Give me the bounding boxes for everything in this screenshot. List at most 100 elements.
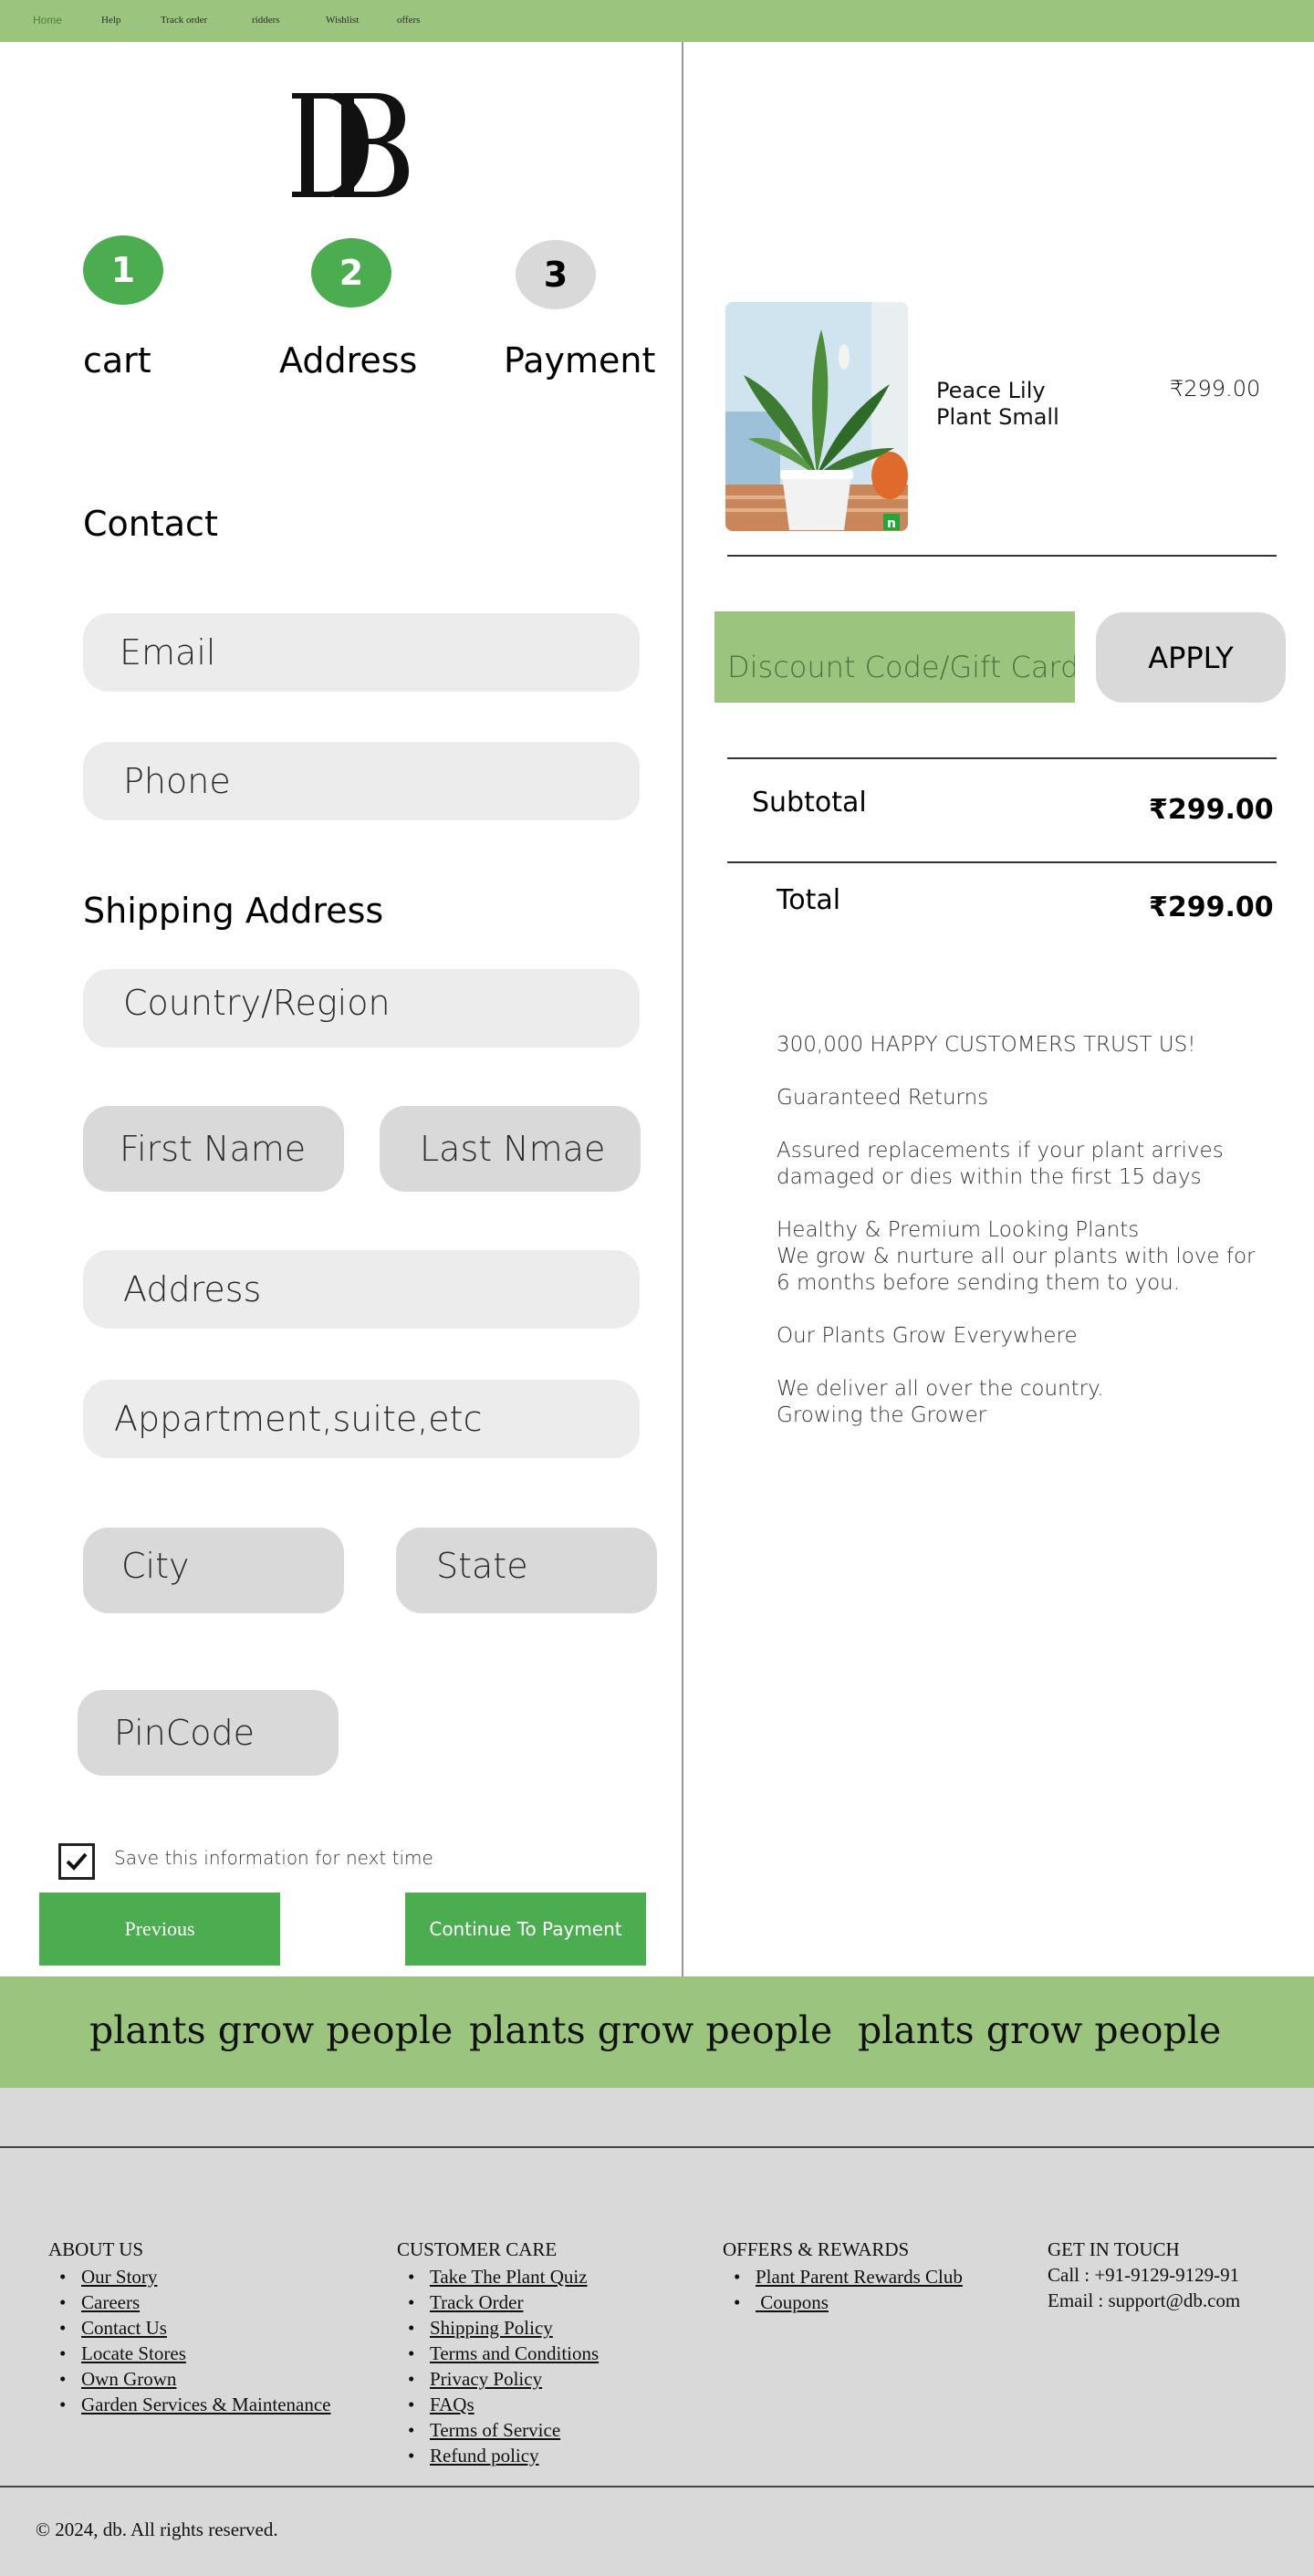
- phone-field[interactable]: [83, 742, 640, 820]
- footer-link-careers[interactable]: Careers: [81, 2291, 140, 2313]
- footer-about-list: Our Story Careers Contact Us Locate Stor…: [48, 2264, 330, 2417]
- footer-link-contact-us[interactable]: Contact Us: [81, 2317, 167, 2339]
- footer-care-item: Refund policy: [397, 2443, 599, 2468]
- nav-ridders-link[interactable]: ridders: [252, 15, 280, 26]
- footer-link-privacy-policy[interactable]: Privacy Policy: [430, 2368, 542, 2390]
- footer-link-locate-stores[interactable]: Locate Stores: [81, 2342, 186, 2364]
- city-field[interactable]: [83, 1528, 344, 1613]
- step-1-circle: 1: [83, 235, 163, 305]
- trust-healthy-text-2: 6 months before sending them to you.: [777, 1271, 1181, 1295]
- footer-about-title: ABOUT US: [48, 2238, 144, 2260]
- nav-home-link[interactable]: Home: [33, 14, 62, 26]
- step-2-circle: 2: [311, 238, 391, 308]
- footer-contact-email: Email : support@db.com: [1048, 2289, 1241, 2311]
- nav-wishlist-link[interactable]: Wishlist: [326, 15, 359, 26]
- save-info-label: Save this information for next time: [114, 1847, 433, 1869]
- state-field[interactable]: [396, 1528, 657, 1613]
- footer-bottom-rule: [0, 2486, 1314, 2487]
- step-3-circle: 3: [516, 240, 596, 309]
- discount-code-field[interactable]: [714, 611, 1075, 703]
- trust-returns-title: Guaranteed Returns: [777, 1086, 989, 1110]
- nav-offers-link[interactable]: offers: [397, 15, 420, 26]
- nav-help-link[interactable]: Help: [101, 15, 120, 26]
- address-field[interactable]: [83, 1250, 640, 1329]
- footer-link-plant-quiz[interactable]: Take The Plant Quiz: [430, 2266, 588, 2288]
- summary-divider-top: [727, 757, 1277, 759]
- product-divider: [727, 555, 1277, 557]
- summary-divider-bottom: [727, 861, 1277, 863]
- footer-link-refund-policy[interactable]: Refund policy: [430, 2445, 539, 2466]
- footer-top-rule: [0, 2146, 1314, 2148]
- last-name-field[interactable]: [380, 1106, 641, 1192]
- footer-offers-list: Plant Parent Rewards Club Coupons: [723, 2264, 963, 2315]
- copyright-text: © 2024, db. All rights reserved.: [36, 2519, 278, 2540]
- footer-care-item: Take The Plant Quiz: [397, 2264, 599, 2289]
- banner-tagline-3: plants grow people: [858, 2008, 1222, 2052]
- footer-link-own-grown[interactable]: Own Grown: [81, 2368, 176, 2390]
- apartment-field[interactable]: [83, 1380, 640, 1458]
- first-name-field[interactable]: [83, 1106, 344, 1192]
- continue-to-payment-button[interactable]: Continue To Payment: [405, 1893, 646, 1966]
- footer-link-rewards-club[interactable]: Plant Parent Rewards Club: [756, 2266, 963, 2288]
- footer-link-faqs[interactable]: FAQs: [430, 2393, 474, 2415]
- footer-care-item: Shipping Policy: [397, 2315, 599, 2341]
- footer-link-terms-conditions[interactable]: Terms and Conditions: [430, 2342, 599, 2364]
- footer-about-item: Careers: [48, 2289, 330, 2315]
- footer-link-terms-of-service[interactable]: Terms of Service: [430, 2419, 560, 2441]
- trust-returns-text-1: Assured replacements if your plant arriv…: [777, 1139, 1224, 1163]
- footer-contact-phone: Call : +91-9129-9129-91: [1048, 2264, 1240, 2286]
- nav-track-order-link[interactable]: Track order: [161, 15, 207, 26]
- footer-offers-item: Plant Parent Rewards Club: [723, 2264, 963, 2289]
- trust-healthy-title: Healthy & Premium Looking Plants: [777, 1218, 1140, 1242]
- trust-returns-text-2: damaged or dies within the first 15 days: [777, 1165, 1202, 1189]
- product-image: n: [725, 302, 908, 531]
- total-label: Total: [777, 884, 841, 916]
- country-region-field[interactable]: [83, 969, 640, 1048]
- step-2-label: Address: [279, 340, 418, 381]
- banner-tagline-1: plants grow people: [89, 2008, 454, 2052]
- subtotal-value: ₹299.00: [1149, 794, 1274, 826]
- footer-care-item: Privacy Policy: [397, 2366, 599, 2392]
- db-logo: [292, 93, 409, 197]
- footer-link-coupons[interactable]: Coupons: [756, 2291, 829, 2313]
- shipping-title: Shipping Address: [83, 891, 384, 931]
- pincode-field[interactable]: [78, 1690, 339, 1776]
- footer-about-item: Contact Us: [48, 2315, 330, 2341]
- footer-care-item: Terms of Service: [397, 2417, 599, 2443]
- footer-offers-item: Coupons: [723, 2289, 963, 2315]
- footer-offers-title: OFFERS & REWARDS: [723, 2238, 910, 2260]
- save-info-checkbox[interactable]: [58, 1843, 95, 1880]
- trust-everywhere-title: Our Plants Grow Everywhere: [777, 1324, 1078, 1348]
- email-field[interactable]: [83, 613, 640, 692]
- previous-button[interactable]: Previous: [39, 1893, 280, 1966]
- footer-link-shipping-policy[interactable]: Shipping Policy: [430, 2317, 553, 2339]
- step-3-label: Payment: [504, 340, 656, 381]
- contact-title: Contact: [83, 504, 218, 544]
- footer-about-item: Garden Services & Maintenance: [48, 2392, 330, 2417]
- footer-contact-title: GET IN TOUCH: [1048, 2238, 1180, 2260]
- footer-care-item: FAQs: [397, 2392, 599, 2417]
- trust-delivery-text: We deliver all over the country.: [777, 1377, 1104, 1401]
- footer-link-our-story[interactable]: Our Story: [81, 2266, 157, 2288]
- product-price: ₹299.00: [1170, 376, 1261, 402]
- footer-about-item: Own Grown: [48, 2366, 330, 2392]
- step-1-label: cart: [83, 340, 151, 381]
- top-nav-bar: Home Help Track order ridders Wishlist o…: [0, 0, 1314, 42]
- trust-grower-text: Growing the Grower: [777, 1403, 987, 1427]
- total-value: ₹299.00: [1149, 892, 1274, 923]
- footer-about-item: Locate Stores: [48, 2341, 330, 2366]
- footer-link-track-order[interactable]: Track Order: [430, 2291, 523, 2313]
- product-name: Peace Lily Plant Small: [936, 378, 1059, 430]
- svg-text:n: n: [887, 516, 896, 531]
- footer-care-list: Take The Plant Quiz Track Order Shipping…: [397, 2264, 599, 2468]
- footer-care-item: Terms and Conditions: [397, 2341, 599, 2366]
- trust-healthy-text-1: We grow & nurture all our plants with lo…: [777, 1245, 1256, 1268]
- footer-care-item: Track Order: [397, 2289, 599, 2315]
- apply-button[interactable]: APPLY: [1096, 612, 1286, 703]
- trust-headline: 300,000 HAPPY CUSTOMERS TRUST US!: [777, 1033, 1196, 1057]
- banner-tagline-2: plants grow people: [469, 2008, 833, 2052]
- footer-care-title: CUSTOMER CARE: [397, 2238, 558, 2260]
- checkmark-icon: [66, 1852, 88, 1871]
- column-divider: [682, 42, 683, 1976]
- footer-link-garden-services[interactable]: Garden Services & Maintenance: [81, 2393, 330, 2415]
